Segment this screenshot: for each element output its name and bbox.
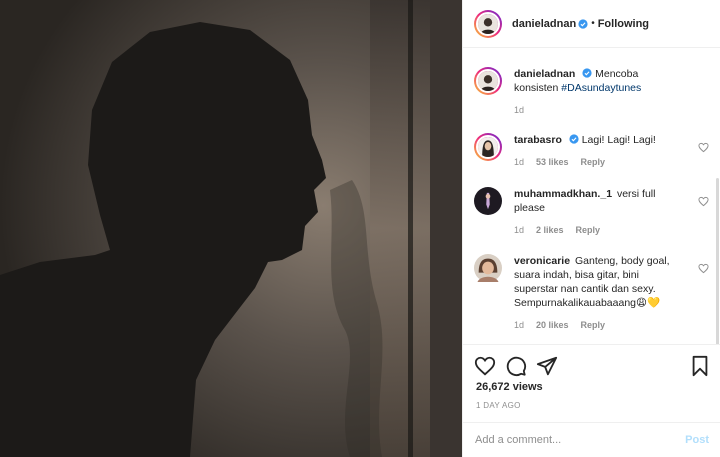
commenter-avatar[interactable] — [474, 187, 502, 215]
comment-username[interactable]: veronicarie — [514, 255, 570, 267]
comment-item: tarabasro Lagi! Lagi! Lagi! 1d 53 likes … — [474, 133, 709, 169]
post-actions: 26,672 views 1 DAY AGO — [463, 344, 720, 422]
bookmark-icon[interactable] — [689, 355, 711, 377]
post-details-panel: danieladnan • Following danieladnan Menc… — [462, 0, 720, 457]
header-separator: • — [591, 18, 595, 29]
view-count[interactable]: 26,672 views — [476, 381, 543, 393]
silhouette-video-frame — [0, 0, 462, 457]
comment-likes[interactable]: 20 likes — [536, 318, 569, 332]
author-avatar[interactable] — [474, 9, 502, 38]
author-avatar-image — [478, 13, 498, 34]
comment-text: Lagi! Lagi! Lagi! — [581, 134, 656, 146]
verified-badge-icon — [578, 18, 588, 29]
commenter-avatar-image — [474, 187, 502, 215]
add-comment-bar: Post — [463, 422, 720, 457]
caption-author-avatar[interactable] — [474, 67, 502, 95]
caption-meta: 1d — [514, 103, 682, 117]
comment-item: veronicarie Ganteng, body goal, suara in… — [474, 254, 709, 332]
post-timestamp: 1 DAY AGO — [476, 401, 521, 410]
following-button[interactable]: Following — [598, 18, 649, 30]
commenter-avatar[interactable] — [474, 133, 502, 161]
like-comment-heart-icon[interactable] — [698, 142, 709, 153]
comment-body: veronicarie Ganteng, body goal, suara in… — [514, 254, 682, 332]
verified-badge-icon — [582, 68, 592, 78]
like-comment-heart-icon[interactable] — [698, 263, 709, 274]
comment-likes[interactable]: 2 likes — [536, 223, 564, 237]
reply-button[interactable]: Reply — [581, 318, 606, 332]
verified-badge-icon — [569, 134, 579, 144]
comment-username[interactable]: muhammadkhan._1 — [514, 188, 612, 200]
comment-meta: 1d 20 likes Reply — [514, 318, 682, 332]
comment-age: 1d — [514, 320, 525, 330]
caption-hashtag[interactable]: #DAsundaytunes — [561, 82, 641, 94]
comment-body: muhammadkhan._1 versi full please 1d 2 l… — [514, 187, 682, 237]
comments-scrollbar[interactable] — [716, 178, 719, 344]
caption-item: danieladnan Mencoba konsisten #DAsundayt… — [474, 67, 709, 117]
post-header: danieladnan • Following — [463, 0, 720, 48]
comment-body: tarabasro Lagi! Lagi! Lagi! 1d 53 likes … — [514, 133, 682, 169]
caption-body: danieladnan Mencoba konsisten #DAsundayt… — [514, 67, 682, 117]
comment-meta: 1d 53 likes Reply — [514, 155, 682, 169]
commenter-avatar-image — [478, 137, 498, 157]
comment-meta: 1d 2 likes Reply — [514, 223, 682, 237]
post-comment-button[interactable]: Post — [685, 434, 709, 446]
comments-list[interactable]: danieladnan Mencoba konsisten #DAsundayt… — [463, 48, 720, 344]
author-username[interactable]: danieladnan — [512, 18, 576, 30]
reply-button[interactable]: Reply — [576, 223, 601, 237]
commenter-avatar[interactable] — [474, 254, 502, 282]
commenter-avatar-image — [474, 254, 502, 282]
caption-username[interactable]: danieladnan — [514, 68, 575, 80]
comment-item: muhammadkhan._1 versi full please 1d 2 l… — [474, 187, 709, 237]
comment-age: 1d — [514, 225, 525, 235]
comment-likes[interactable]: 53 likes — [536, 155, 569, 169]
like-comment-heart-icon[interactable] — [698, 196, 709, 207]
post-media-video[interactable] — [0, 0, 462, 457]
heart-icon[interactable] — [474, 355, 496, 377]
comment-username[interactable]: tarabasro — [514, 134, 562, 146]
caption-age: 1d — [514, 105, 525, 115]
caption-avatar-image — [478, 71, 498, 91]
share-icon[interactable] — [536, 355, 558, 377]
add-comment-input[interactable] — [475, 434, 686, 446]
comment-age: 1d — [514, 157, 525, 167]
reply-button[interactable]: Reply — [581, 155, 606, 169]
comment-icon[interactable] — [505, 355, 527, 377]
